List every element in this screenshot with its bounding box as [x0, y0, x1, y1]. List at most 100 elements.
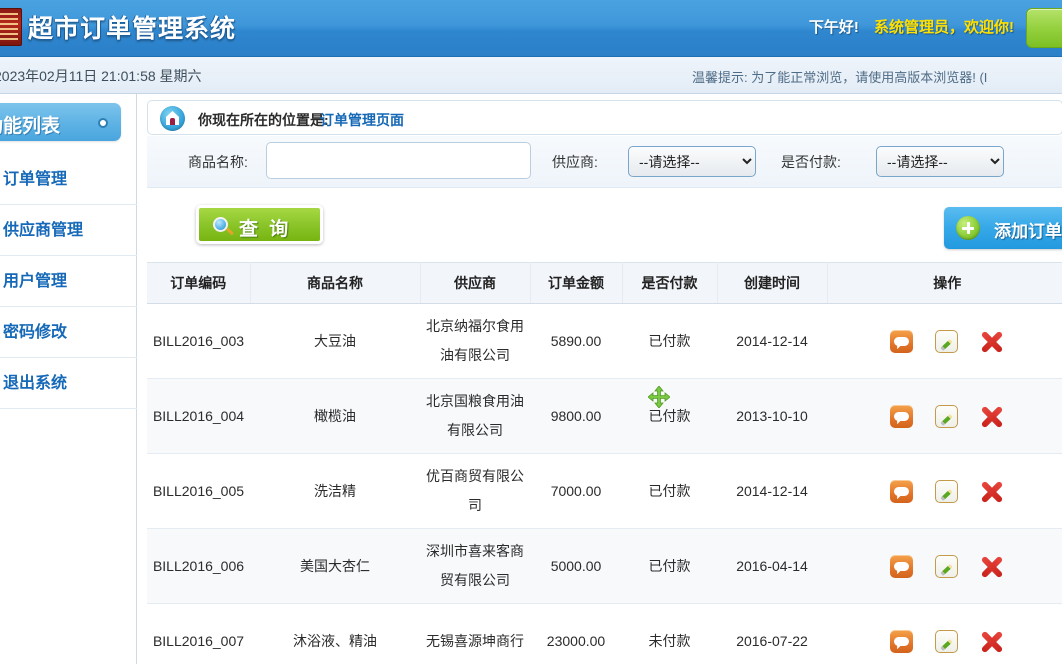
cell-amount: 7000.00	[530, 453, 622, 529]
sidebar-item-user-management[interactable]: 用户管理	[0, 256, 137, 307]
delete-icon[interactable]	[980, 405, 1004, 429]
paid-status-label: 是否付款:	[781, 154, 841, 170]
sidebar-item-logout[interactable]: 退出系统	[0, 358, 137, 409]
view-icon[interactable]	[890, 630, 914, 654]
current-datetime: 2023年02月11日 21:01:58 星期六	[0, 68, 202, 84]
view-icon[interactable]	[890, 555, 914, 579]
breadcrumb-current-page: 订单管理页面	[320, 112, 404, 128]
table-row: BILL2016_004 橄榄油 北京国粮食用油有限公司 9800.00 已付款…	[147, 378, 1062, 454]
table-row: BILL2016_005 洗洁精 优百商贸有限公司 7000.00 已付款 20…	[147, 453, 1062, 529]
orders-table: 订单编码 商品名称 供应商 订单金额 是否付款 创建时间 操作 BILL2016…	[147, 262, 1062, 664]
username-welcome: 系统管理员，欢迎你!	[874, 19, 1014, 36]
cell-paid-status: 已付款	[622, 528, 717, 604]
query-button[interactable]: 查 询	[196, 205, 323, 244]
sidebar-header: 功能列表	[0, 103, 121, 141]
cell-supplier: 北京纳福尔食用油有限公司	[420, 303, 530, 379]
cell-amount: 5890.00	[530, 303, 622, 379]
cell-paid-status: 已付款	[622, 303, 717, 379]
column-header-created-time: 创建时间	[717, 262, 828, 304]
cell-order-code: BILL2016_004	[147, 378, 250, 454]
sidebar-header-dot-icon	[98, 118, 108, 128]
table-row: BILL2016_007 沐浴液、精油 无锡喜源坤商行 23000.00 未付款…	[147, 603, 1062, 664]
table-row: BILL2016_003 大豆油 北京纳福尔食用油有限公司 5890.00 已付…	[147, 303, 1062, 379]
sidebar-item-password-change[interactable]: 密码修改	[0, 307, 137, 358]
cell-supplier: 无锡喜源坤商行	[420, 603, 530, 664]
app-header: 超市订单管理系统 下午好! 系统管理员，欢迎你!	[0, 0, 1062, 57]
edit-icon[interactable]	[935, 630, 958, 654]
cell-operations	[827, 303, 1062, 379]
cell-order-code: BILL2016_003	[147, 303, 250, 379]
cell-created-time: 2014-12-14	[717, 453, 827, 529]
cell-operations	[827, 528, 1062, 604]
column-header-order-code: 订单编码	[147, 262, 251, 304]
edit-icon[interactable]	[935, 555, 958, 579]
view-icon[interactable]	[890, 480, 914, 504]
date-notice-bar: 2023年02月11日 21:01:58 星期六 温馨提示: 为了能正常浏览，请…	[0, 57, 1062, 94]
cell-supplier: 优百商贸有限公司	[420, 453, 530, 529]
delete-icon[interactable]	[980, 330, 1004, 354]
edit-icon[interactable]	[935, 405, 958, 429]
edit-icon[interactable]	[935, 480, 958, 504]
edit-icon[interactable]	[935, 330, 958, 354]
column-header-amount: 订单金额	[530, 262, 623, 304]
column-header-supplier: 供应商	[420, 262, 531, 304]
supplier-select[interactable]: --请选择--	[628, 146, 756, 177]
cell-created-time: 2014-12-14	[717, 303, 827, 379]
add-order-button-label: 添加订单	[994, 222, 1062, 241]
cell-created-time: 2016-04-14	[717, 528, 827, 604]
cell-order-code: BILL2016_007	[147, 603, 250, 664]
paid-status-select[interactable]: --请选择--	[876, 146, 1004, 177]
browser-notice: 温馨提示: 为了能正常浏览，请使用高版本浏览器! (I	[692, 70, 988, 85]
cell-created-time: 2016-07-22	[717, 603, 827, 664]
book-logo-icon	[0, 8, 22, 46]
sidebar-title: 功能列表	[0, 116, 61, 137]
column-header-paid-status: 是否付款	[622, 262, 718, 304]
cell-goods-name: 沐浴液、精油	[250, 603, 420, 664]
column-header-goods-name: 商品名称	[250, 262, 421, 304]
table-row: BILL2016_006 美国大杏仁 深圳市喜来客商贸有限公司 5000.00 …	[147, 528, 1062, 604]
breadcrumb: 你现在所在的位置是: 订单管理页面	[147, 100, 1062, 135]
app-title: 超市订单管理系统	[28, 15, 237, 43]
delete-icon[interactable]	[980, 555, 1004, 579]
plus-circle-icon	[956, 216, 980, 240]
view-icon[interactable]	[890, 330, 914, 354]
cell-paid-status: 已付款	[622, 378, 717, 454]
view-icon[interactable]	[890, 405, 914, 429]
cell-amount: 9800.00	[530, 378, 622, 454]
delete-icon[interactable]	[980, 480, 1004, 504]
cell-order-code: BILL2016_006	[147, 528, 250, 604]
sidebar-menu: 订单管理 供应商管理 用户管理 密码修改 退出系统	[0, 154, 137, 409]
home-icon	[160, 106, 185, 131]
breadcrumb-prefix: 你现在所在的位置是:	[198, 112, 329, 128]
cell-order-code: BILL2016_005	[147, 453, 250, 529]
magnifier-icon	[213, 217, 228, 232]
cell-operations	[827, 603, 1062, 664]
cell-operations	[827, 453, 1062, 529]
table-header-row: 订单编码 商品名称 供应商 订单金额 是否付款 创建时间 操作	[147, 262, 1062, 304]
cell-operations	[827, 378, 1062, 454]
goods-name-input[interactable]	[266, 142, 531, 179]
cell-amount: 5000.00	[530, 528, 622, 604]
cell-goods-name: 美国大杏仁	[250, 528, 420, 604]
logout-button[interactable]	[1026, 8, 1062, 48]
query-button-label: 查 询	[239, 219, 292, 240]
cell-goods-name: 大豆油	[250, 303, 420, 379]
sidebar-item-supplier-management[interactable]: 供应商管理	[0, 205, 137, 256]
column-header-operations: 操作	[827, 262, 1062, 304]
cell-supplier: 深圳市喜来客商贸有限公司	[420, 528, 530, 604]
delete-icon[interactable]	[980, 630, 1004, 654]
goods-name-label: 商品名称:	[188, 154, 248, 170]
cell-paid-status: 未付款	[622, 603, 717, 664]
add-order-button[interactable]: 添加订单	[944, 207, 1062, 249]
cell-goods-name: 橄榄油	[250, 378, 420, 454]
sidebar-item-order-management[interactable]: 订单管理	[0, 154, 137, 205]
main-content: 你现在所在的位置是: 订单管理页面 商品名称: 供应商: --请选择-- 是否付…	[138, 94, 1062, 664]
cell-amount: 23000.00	[530, 603, 622, 664]
greeting-area: 下午好! 系统管理员，欢迎你!	[809, 16, 1014, 37]
sidebar: 功能列表 订单管理 供应商管理 用户管理 密码修改 退出系统	[0, 94, 137, 664]
cell-supplier: 北京国粮食用油有限公司	[420, 378, 530, 454]
cell-goods-name: 洗洁精	[250, 453, 420, 529]
greeting-text: 下午好!	[808, 19, 859, 36]
supplier-label: 供应商:	[552, 154, 598, 170]
search-filter-panel: 商品名称: 供应商: --请选择-- 是否付款: --请选择--	[147, 136, 1062, 188]
